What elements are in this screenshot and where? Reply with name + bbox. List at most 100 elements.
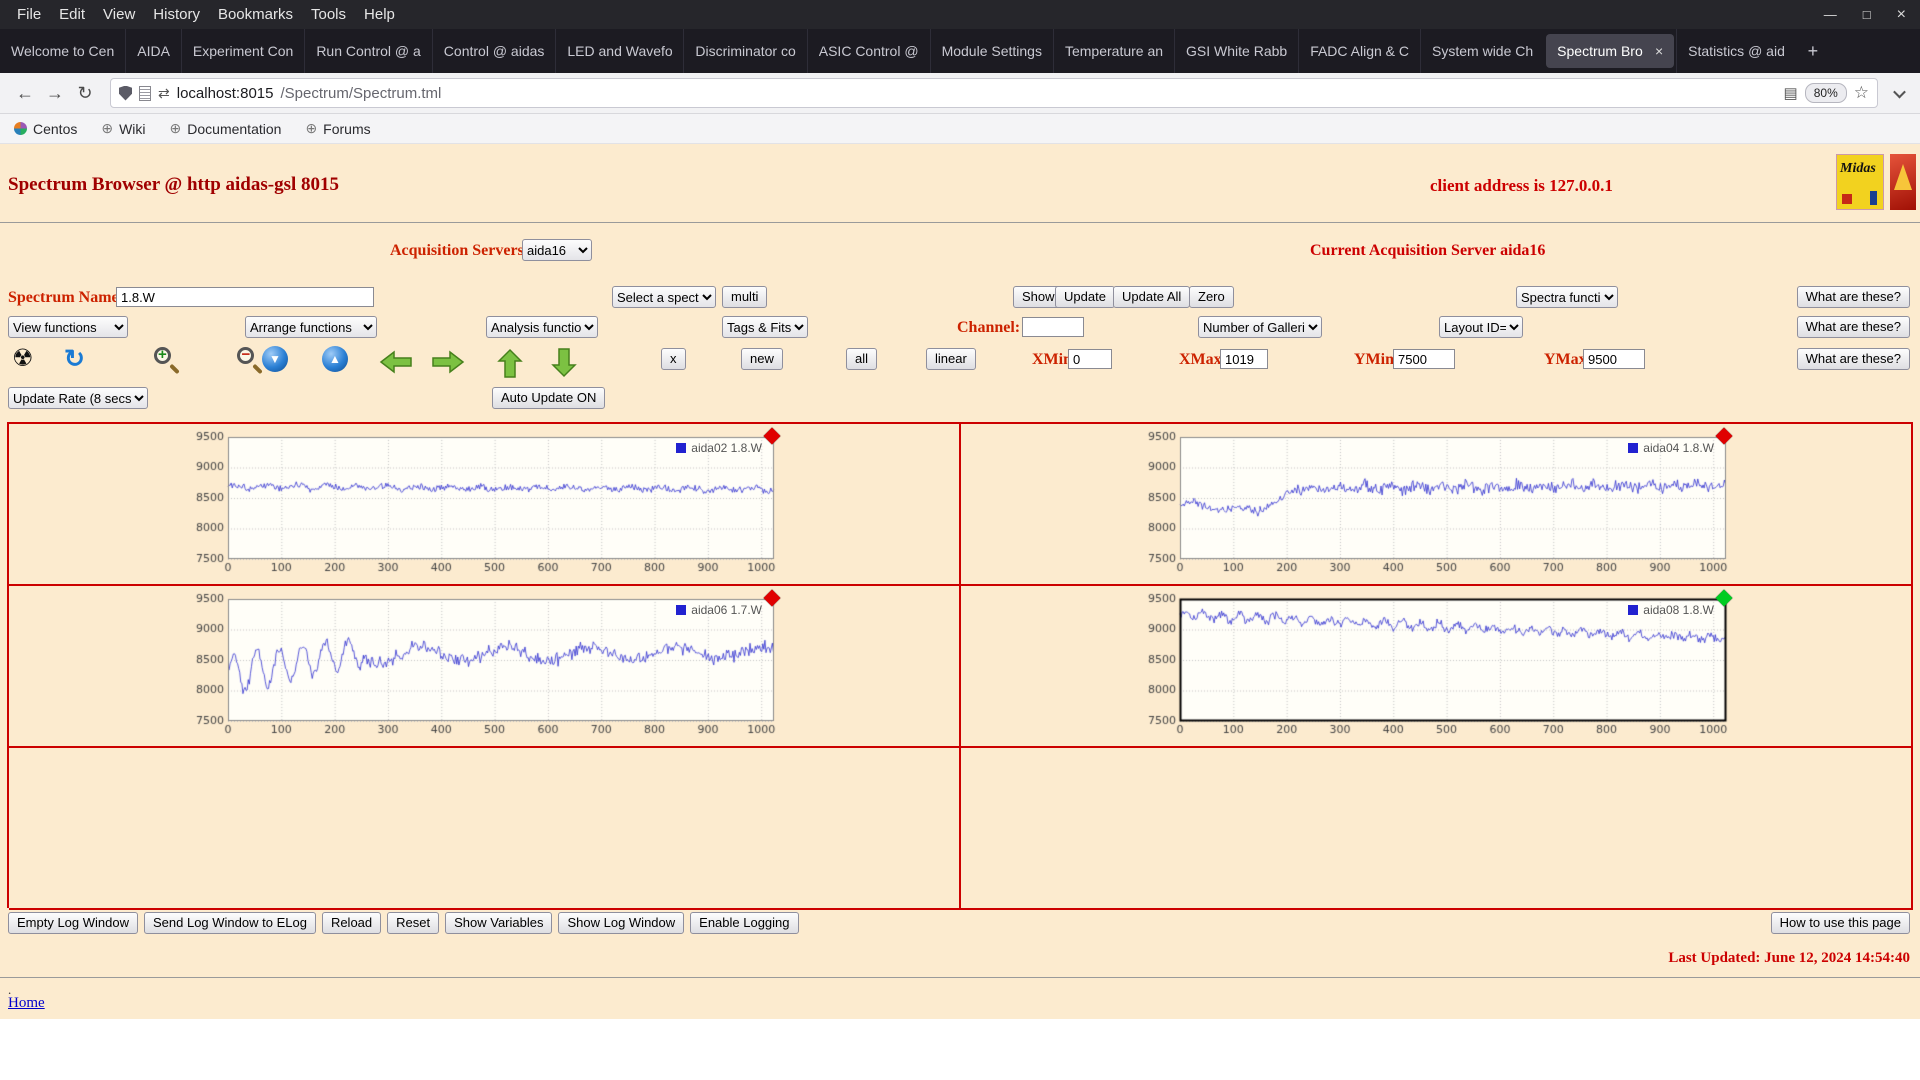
zoom-out-icon[interactable]: − (236, 346, 264, 374)
new-button[interactable]: new (741, 348, 783, 370)
tab-close-icon[interactable]: × (1655, 43, 1663, 59)
gsi-logo[interactable] (1890, 154, 1916, 210)
what-are-these-button-1[interactable]: What are these? (1797, 286, 1910, 308)
channel-input[interactable] (1022, 317, 1084, 337)
tab-module-settings[interactable]: Module Settings (930, 29, 1053, 73)
arrange-functions-dropdown[interactable]: Arrange functions (245, 316, 377, 338)
menu-tools[interactable]: Tools (302, 6, 355, 23)
reload-button[interactable]: Reload (322, 912, 381, 934)
ymax-input[interactable] (1583, 349, 1645, 369)
menu-view[interactable]: View (94, 6, 144, 23)
menu-bookmarks[interactable]: Bookmarks (209, 6, 302, 23)
what-are-these-button-3[interactable]: What are these? (1797, 348, 1910, 370)
tab-asic-control[interactable]: ASIC Control @ (807, 29, 930, 73)
maximize-icon[interactable]: □ (1863, 7, 1871, 22)
gallery-cell-3[interactable]: aida06 1.7.W (9, 586, 961, 748)
move-up-icon[interactable] (497, 348, 523, 378)
spectrum-plot-aida06[interactable]: aida06 1.7.W (184, 591, 784, 741)
bookmark-centos[interactable]: Centos (14, 121, 77, 137)
permissions-icon[interactable]: ⇄ (158, 85, 170, 102)
gallery-cell-empty-1[interactable] (9, 748, 961, 910)
tab-control[interactable]: Control @ aidas (432, 29, 556, 73)
spectrum-plot-aida08[interactable]: aida08 1.8.W (1136, 591, 1736, 741)
menu-edit[interactable]: Edit (50, 6, 94, 23)
minimize-icon[interactable]: — (1824, 7, 1837, 22)
what-are-these-button-2[interactable]: What are these? (1797, 316, 1910, 338)
spectrum-name-input[interactable] (116, 287, 374, 307)
spectrum-plot-aida04[interactable]: aida04 1.8.W (1136, 429, 1736, 579)
bookmark-documentation[interactable]: ⊕Documentation (170, 120, 282, 137)
all-button[interactable]: all (846, 348, 877, 370)
how-to-use-button[interactable]: How to use this page (1771, 912, 1910, 934)
home-link[interactable]: Home (8, 995, 45, 1012)
xmax-input[interactable] (1220, 349, 1268, 369)
tab-white-rabbit[interactable]: GSI White Rabb (1174, 29, 1298, 73)
move-left-icon[interactable] (378, 350, 412, 374)
bookmark-forums[interactable]: ⊕Forums (305, 120, 370, 137)
tracking-shield-icon[interactable] (119, 86, 132, 101)
close-window-icon[interactable]: × (1897, 6, 1906, 24)
tab-aida[interactable]: AIDA (125, 29, 181, 73)
tab-welcome[interactable]: Welcome to Cen (0, 29, 125, 73)
tab-spectrum-browser[interactable]: Spectrum Bro × (1546, 34, 1674, 68)
update-button[interactable]: Update (1055, 286, 1115, 308)
acq-server-select[interactable]: aida16 (522, 239, 592, 261)
zoom-in-icon[interactable]: + (153, 346, 181, 374)
tab-fadc-align[interactable]: FADC Align & C (1298, 29, 1420, 73)
radiation-icon[interactable]: ☢ (12, 346, 34, 372)
layout-id-dropdown[interactable]: Layout ID=8 (1439, 316, 1523, 338)
view-functions-dropdown[interactable]: View functions (8, 316, 128, 338)
zero-button[interactable]: Zero (1189, 286, 1234, 308)
x-button[interactable]: x (661, 348, 686, 370)
page-info-icon[interactable] (139, 86, 151, 101)
show-log-window-button[interactable]: Show Log Window (558, 912, 684, 934)
tab-temperature[interactable]: Temperature an (1053, 29, 1174, 73)
tags-fits-dropdown[interactable]: Tags & Fits (722, 316, 808, 338)
reader-mode-icon[interactable]: ▤ (1784, 84, 1798, 102)
reset-button[interactable]: Reset (387, 912, 439, 934)
move-down-icon[interactable] (551, 348, 577, 378)
enable-logging-button[interactable]: Enable Logging (690, 912, 798, 934)
analysis-functions-dropdown[interactable]: Analysis functions (486, 316, 598, 338)
shift-down-icon[interactable]: ▼ (262, 346, 288, 372)
new-tab-button[interactable]: + (1796, 29, 1830, 73)
reload-icon[interactable]: ↻ (70, 78, 100, 108)
tab-discriminator[interactable]: Discriminator co (683, 29, 806, 73)
tab-statistics[interactable]: Statistics @ aid (1676, 29, 1796, 73)
tab-run-control[interactable]: Run Control @ a (304, 29, 431, 73)
spectra-functions-dropdown[interactable]: Spectra functions (1516, 286, 1618, 308)
tab-system-wide[interactable]: System wide Ch (1420, 29, 1544, 73)
update-all-button[interactable]: Update All (1113, 286, 1190, 308)
url-bar[interactable]: ⇄ localhost:8015/Spectrum/Spectrum.tml ▤… (110, 78, 1878, 108)
gallery-cell-1[interactable]: aida02 1.8.W (9, 424, 961, 586)
menu-help[interactable]: Help (355, 6, 404, 23)
select-spectrum-dropdown[interactable]: Select a spectrum (612, 286, 716, 308)
gallery-cell-empty-2[interactable] (961, 748, 1913, 910)
send-log-to-elog-button[interactable]: Send Log Window to ELog (144, 912, 316, 934)
xmin-input[interactable] (1068, 349, 1112, 369)
zoom-level-badge[interactable]: 80% (1805, 83, 1847, 103)
tab-led-waveform[interactable]: LED and Wavefo (555, 29, 683, 73)
gallery-cell-2[interactable]: aida04 1.8.W (961, 424, 1913, 586)
move-right-icon[interactable] (432, 350, 466, 374)
bookmark-wiki[interactable]: ⊕Wiki (101, 120, 145, 137)
forward-icon[interactable]: → (40, 78, 70, 108)
multi-button[interactable]: multi (722, 286, 767, 308)
update-rate-dropdown[interactable]: Update Rate (8 secs) (8, 387, 148, 409)
number-of-galleries-dropdown[interactable]: Number of Galleries (1198, 316, 1322, 338)
ymin-input[interactable] (1393, 349, 1455, 369)
midas-logo[interactable]: Midas (1836, 154, 1884, 210)
bookmark-star-icon[interactable]: ☆ (1854, 83, 1869, 103)
spectrum-plot-aida02[interactable]: aida02 1.8.W (184, 429, 784, 579)
refresh-icon[interactable]: ↻ (64, 346, 85, 372)
shift-up-icon[interactable]: ▲ (322, 346, 348, 372)
show-variables-button[interactable]: Show Variables (445, 912, 552, 934)
pocket-icon[interactable] (1888, 82, 1910, 104)
auto-update-button[interactable]: Auto Update ON (492, 387, 605, 409)
gallery-cell-4[interactable]: aida08 1.8.W (961, 586, 1913, 748)
linear-button[interactable]: linear (926, 348, 976, 370)
menu-history[interactable]: History (144, 6, 209, 23)
menu-file[interactable]: File (8, 6, 50, 23)
empty-log-window-button[interactable]: Empty Log Window (8, 912, 138, 934)
tab-experiment[interactable]: Experiment Con (181, 29, 304, 73)
